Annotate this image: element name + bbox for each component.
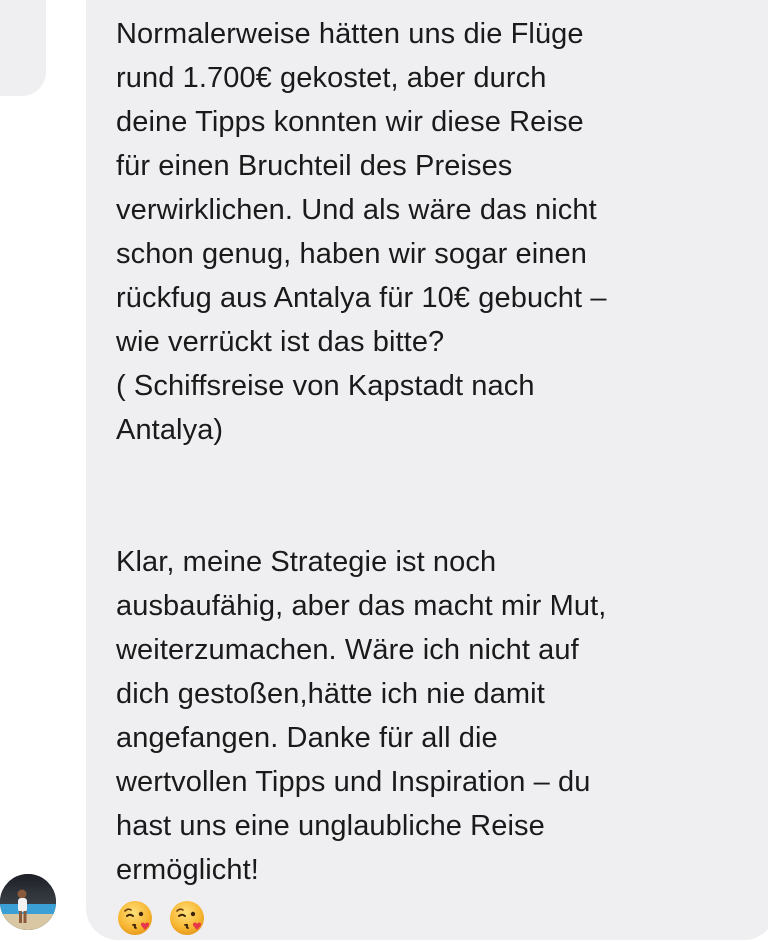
kissing-face-with-heart-icon xyxy=(118,901,152,935)
user-avatar-image xyxy=(0,874,56,930)
message-line: dich gestoßen,hätte ich nie damit xyxy=(116,678,545,710)
message-line: verwirklichen. Und als wäre das nicht xyxy=(116,194,597,226)
message-line: Klar, meine Strategie ist noch xyxy=(116,546,497,578)
message-line: ( Schiffsreise von Kapstadt nach xyxy=(116,370,535,402)
message-line: für einen Bruchteil des Preises xyxy=(116,150,513,182)
message-line: wertvollen Tipps und Inspiration – du xyxy=(116,766,591,798)
message-line: schon genug, haben wir sogar einen xyxy=(116,238,587,270)
kissing-face-with-heart-icon xyxy=(170,901,204,935)
message-line: Antalya) xyxy=(116,414,224,446)
message-paragraph-1: Normalerweise hätten uns die Flüge rund … xyxy=(116,12,768,452)
message-line: ausbaufähig, aber das macht mir Mut, xyxy=(116,590,607,622)
avatar[interactable] xyxy=(0,874,56,930)
message-paragraph-2: Klar, meine Strategie ist noch ausbaufäh… xyxy=(116,540,768,892)
previous-message-bubble xyxy=(0,0,46,96)
message-bubble[interactable]: Normalerweise hätten uns die Flüge rund … xyxy=(86,0,768,940)
message-line: rund 1.700€ gekostet, aber durch xyxy=(116,62,547,94)
message-line: wie verrückt ist das bitte? xyxy=(116,326,445,358)
message-line: deine Tipps konnten wir diese Reise xyxy=(116,106,584,138)
message-line: Normalerweise hätten uns die Flüge xyxy=(116,18,584,50)
message-line: hast uns eine unglaubliche Reise xyxy=(116,810,545,842)
emoji-row xyxy=(116,898,768,938)
message-line: weiterzumachen. Wäre ich nicht auf xyxy=(116,634,579,666)
message-line: ermöglicht! xyxy=(116,854,259,886)
message-line: angefangen. Danke für all die xyxy=(116,722,498,754)
message-line: rückfug aus Antalya für 10€ gebucht – xyxy=(116,282,607,314)
